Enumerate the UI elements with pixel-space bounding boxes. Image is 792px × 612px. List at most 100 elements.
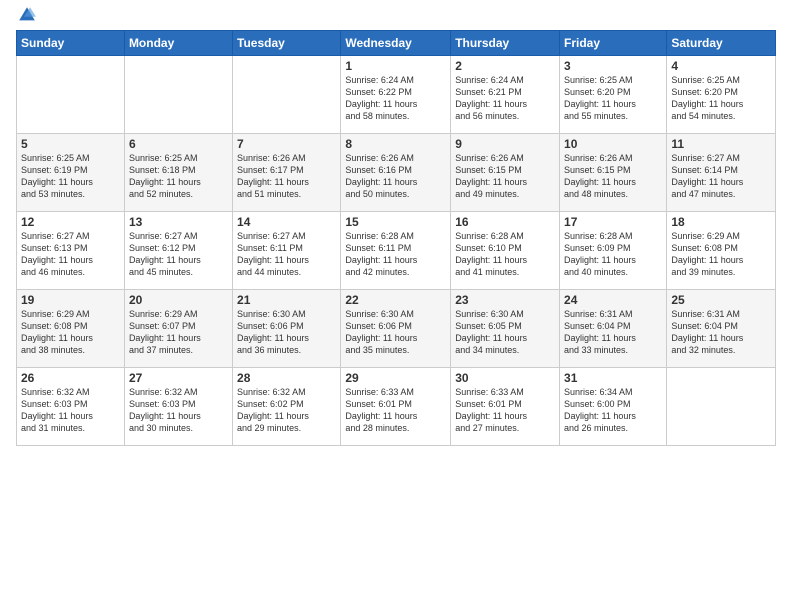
day-number: 6 (129, 137, 228, 151)
day-number: 26 (21, 371, 120, 385)
calendar-cell: 25Sunrise: 6:31 AM Sunset: 6:04 PM Dayli… (667, 290, 776, 368)
day-number: 27 (129, 371, 228, 385)
calendar-week-1: 1Sunrise: 6:24 AM Sunset: 6:22 PM Daylig… (17, 56, 776, 134)
calendar-header-tuesday: Tuesday (233, 31, 341, 56)
day-info: Sunrise: 6:28 AM Sunset: 6:11 PM Dayligh… (345, 230, 446, 279)
calendar-cell: 2Sunrise: 6:24 AM Sunset: 6:21 PM Daylig… (451, 56, 560, 134)
calendar-cell: 1Sunrise: 6:24 AM Sunset: 6:22 PM Daylig… (341, 56, 451, 134)
day-number: 23 (455, 293, 555, 307)
calendar-week-3: 12Sunrise: 6:27 AM Sunset: 6:13 PM Dayli… (17, 212, 776, 290)
calendar-cell: 9Sunrise: 6:26 AM Sunset: 6:15 PM Daylig… (451, 134, 560, 212)
day-info: Sunrise: 6:26 AM Sunset: 6:15 PM Dayligh… (564, 152, 662, 201)
day-info: Sunrise: 6:30 AM Sunset: 6:06 PM Dayligh… (237, 308, 336, 357)
day-number: 8 (345, 137, 446, 151)
day-info: Sunrise: 6:25 AM Sunset: 6:20 PM Dayligh… (564, 74, 662, 123)
logo (16, 14, 36, 24)
day-info: Sunrise: 6:25 AM Sunset: 6:19 PM Dayligh… (21, 152, 120, 201)
calendar-cell: 10Sunrise: 6:26 AM Sunset: 6:15 PM Dayli… (560, 134, 667, 212)
day-info: Sunrise: 6:24 AM Sunset: 6:22 PM Dayligh… (345, 74, 446, 123)
calendar-cell: 27Sunrise: 6:32 AM Sunset: 6:03 PM Dayli… (124, 368, 232, 446)
day-number: 13 (129, 215, 228, 229)
calendar-cell: 23Sunrise: 6:30 AM Sunset: 6:05 PM Dayli… (451, 290, 560, 368)
day-number: 4 (671, 59, 771, 73)
day-number: 7 (237, 137, 336, 151)
day-number: 17 (564, 215, 662, 229)
day-info: Sunrise: 6:31 AM Sunset: 6:04 PM Dayligh… (564, 308, 662, 357)
day-info: Sunrise: 6:28 AM Sunset: 6:09 PM Dayligh… (564, 230, 662, 279)
calendar-week-5: 26Sunrise: 6:32 AM Sunset: 6:03 PM Dayli… (17, 368, 776, 446)
calendar-cell: 14Sunrise: 6:27 AM Sunset: 6:11 PM Dayli… (233, 212, 341, 290)
day-info: Sunrise: 6:29 AM Sunset: 6:07 PM Dayligh… (129, 308, 228, 357)
page: SundayMondayTuesdayWednesdayThursdayFrid… (0, 0, 792, 612)
calendar-cell: 13Sunrise: 6:27 AM Sunset: 6:12 PM Dayli… (124, 212, 232, 290)
calendar-week-4: 19Sunrise: 6:29 AM Sunset: 6:08 PM Dayli… (17, 290, 776, 368)
day-number: 3 (564, 59, 662, 73)
calendar-header-row: SundayMondayTuesdayWednesdayThursdayFrid… (17, 31, 776, 56)
calendar-cell (233, 56, 341, 134)
calendar-cell: 8Sunrise: 6:26 AM Sunset: 6:16 PM Daylig… (341, 134, 451, 212)
calendar-header-sunday: Sunday (17, 31, 125, 56)
calendar-cell (124, 56, 232, 134)
calendar-cell: 19Sunrise: 6:29 AM Sunset: 6:08 PM Dayli… (17, 290, 125, 368)
calendar-cell: 26Sunrise: 6:32 AM Sunset: 6:03 PM Dayli… (17, 368, 125, 446)
calendar-cell: 4Sunrise: 6:25 AM Sunset: 6:20 PM Daylig… (667, 56, 776, 134)
logo-icon (18, 6, 36, 24)
day-number: 19 (21, 293, 120, 307)
day-number: 29 (345, 371, 446, 385)
calendar-cell: 7Sunrise: 6:26 AM Sunset: 6:17 PM Daylig… (233, 134, 341, 212)
day-info: Sunrise: 6:25 AM Sunset: 6:18 PM Dayligh… (129, 152, 228, 201)
day-info: Sunrise: 6:31 AM Sunset: 6:04 PM Dayligh… (671, 308, 771, 357)
day-number: 11 (671, 137, 771, 151)
calendar-cell: 31Sunrise: 6:34 AM Sunset: 6:00 PM Dayli… (560, 368, 667, 446)
day-info: Sunrise: 6:33 AM Sunset: 6:01 PM Dayligh… (455, 386, 555, 435)
day-info: Sunrise: 6:32 AM Sunset: 6:03 PM Dayligh… (21, 386, 120, 435)
day-number: 21 (237, 293, 336, 307)
day-info: Sunrise: 6:26 AM Sunset: 6:15 PM Dayligh… (455, 152, 555, 201)
day-number: 22 (345, 293, 446, 307)
day-info: Sunrise: 6:34 AM Sunset: 6:00 PM Dayligh… (564, 386, 662, 435)
day-info: Sunrise: 6:27 AM Sunset: 6:12 PM Dayligh… (129, 230, 228, 279)
day-number: 5 (21, 137, 120, 151)
day-info: Sunrise: 6:29 AM Sunset: 6:08 PM Dayligh… (671, 230, 771, 279)
day-number: 10 (564, 137, 662, 151)
calendar-cell: 28Sunrise: 6:32 AM Sunset: 6:02 PM Dayli… (233, 368, 341, 446)
day-number: 15 (345, 215, 446, 229)
calendar-cell (667, 368, 776, 446)
day-info: Sunrise: 6:24 AM Sunset: 6:21 PM Dayligh… (455, 74, 555, 123)
calendar-header-wednesday: Wednesday (341, 31, 451, 56)
day-info: Sunrise: 6:28 AM Sunset: 6:10 PM Dayligh… (455, 230, 555, 279)
calendar-header-saturday: Saturday (667, 31, 776, 56)
day-number: 1 (345, 59, 446, 73)
day-number: 24 (564, 293, 662, 307)
day-info: Sunrise: 6:33 AM Sunset: 6:01 PM Dayligh… (345, 386, 446, 435)
day-number: 28 (237, 371, 336, 385)
day-info: Sunrise: 6:30 AM Sunset: 6:06 PM Dayligh… (345, 308, 446, 357)
day-info: Sunrise: 6:27 AM Sunset: 6:13 PM Dayligh… (21, 230, 120, 279)
day-number: 16 (455, 215, 555, 229)
calendar-cell: 24Sunrise: 6:31 AM Sunset: 6:04 PM Dayli… (560, 290, 667, 368)
day-info: Sunrise: 6:27 AM Sunset: 6:11 PM Dayligh… (237, 230, 336, 279)
calendar-cell: 18Sunrise: 6:29 AM Sunset: 6:08 PM Dayli… (667, 212, 776, 290)
calendar-cell: 17Sunrise: 6:28 AM Sunset: 6:09 PM Dayli… (560, 212, 667, 290)
day-number: 30 (455, 371, 555, 385)
calendar-week-2: 5Sunrise: 6:25 AM Sunset: 6:19 PM Daylig… (17, 134, 776, 212)
day-number: 2 (455, 59, 555, 73)
calendar-cell: 30Sunrise: 6:33 AM Sunset: 6:01 PM Dayli… (451, 368, 560, 446)
day-info: Sunrise: 6:25 AM Sunset: 6:20 PM Dayligh… (671, 74, 771, 123)
calendar-cell: 29Sunrise: 6:33 AM Sunset: 6:01 PM Dayli… (341, 368, 451, 446)
calendar-table: SundayMondayTuesdayWednesdayThursdayFrid… (16, 30, 776, 446)
day-number: 31 (564, 371, 662, 385)
day-number: 25 (671, 293, 771, 307)
header (16, 10, 776, 24)
day-info: Sunrise: 6:32 AM Sunset: 6:03 PM Dayligh… (129, 386, 228, 435)
day-info: Sunrise: 6:30 AM Sunset: 6:05 PM Dayligh… (455, 308, 555, 357)
day-number: 14 (237, 215, 336, 229)
calendar-cell: 21Sunrise: 6:30 AM Sunset: 6:06 PM Dayli… (233, 290, 341, 368)
day-info: Sunrise: 6:26 AM Sunset: 6:17 PM Dayligh… (237, 152, 336, 201)
day-number: 18 (671, 215, 771, 229)
day-number: 9 (455, 137, 555, 151)
calendar-cell: 16Sunrise: 6:28 AM Sunset: 6:10 PM Dayli… (451, 212, 560, 290)
calendar-cell: 6Sunrise: 6:25 AM Sunset: 6:18 PM Daylig… (124, 134, 232, 212)
day-number: 12 (21, 215, 120, 229)
calendar-cell: 3Sunrise: 6:25 AM Sunset: 6:20 PM Daylig… (560, 56, 667, 134)
